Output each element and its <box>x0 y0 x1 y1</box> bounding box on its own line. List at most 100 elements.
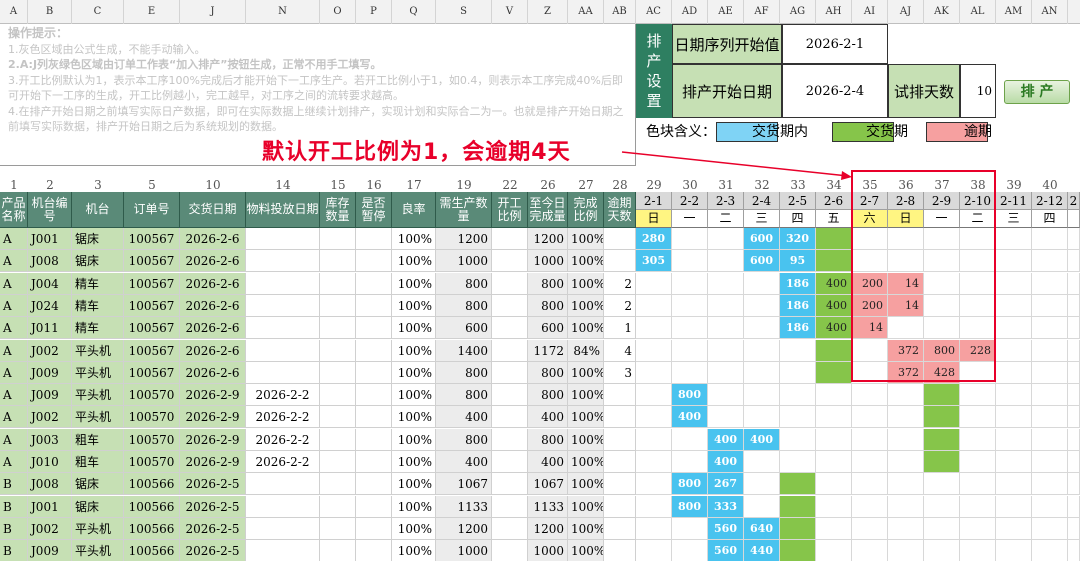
table-cell[interactable] <box>604 406 636 428</box>
gantt-cell[interactable] <box>1032 473 1068 495</box>
table-cell[interactable] <box>246 362 320 384</box>
table-cell[interactable] <box>246 250 320 272</box>
table-cell[interactable] <box>320 273 356 295</box>
gantt-cell[interactable] <box>780 406 816 428</box>
table-cell[interactable]: 2 <box>604 273 636 295</box>
table-cell[interactable] <box>492 429 528 451</box>
gantt-cell[interactable] <box>708 273 744 295</box>
table-cell[interactable]: 4 <box>604 340 636 362</box>
table-cell[interactable]: 2026-2-5 <box>180 496 246 518</box>
table-cell[interactable]: A <box>0 317 28 339</box>
table-cell[interactable]: J008 <box>28 250 72 272</box>
column-letter[interactable]: AJ <box>888 0 924 24</box>
gantt-cell[interactable] <box>672 451 708 473</box>
table-cell[interactable] <box>320 496 356 518</box>
gantt-block-in-period[interactable]: 95 <box>780 250 816 272</box>
table-cell[interactable] <box>246 518 320 540</box>
table-cell[interactable]: 2026-2-5 <box>180 473 246 495</box>
table-cell[interactable]: J002 <box>28 406 72 428</box>
table-cell[interactable]: 2026-2-9 <box>180 406 246 428</box>
table-cell[interactable] <box>320 317 356 339</box>
gantt-cell[interactable] <box>1068 451 1080 473</box>
gantt-block-in-period[interactable]: 800 <box>672 473 708 495</box>
table-cell[interactable] <box>604 429 636 451</box>
gantt-cell[interactable] <box>816 540 852 561</box>
table-cell[interactable]: 400 <box>436 451 492 473</box>
gantt-cell[interactable] <box>1032 384 1068 406</box>
gantt-cell[interactable] <box>636 406 672 428</box>
gantt-cell[interactable] <box>1068 406 1080 428</box>
gantt-cell[interactable] <box>708 295 744 317</box>
table-cell[interactable]: 1067 <box>528 473 568 495</box>
table-cell[interactable]: 100% <box>568 384 604 406</box>
table-cell[interactable]: J024 <box>28 295 72 317</box>
table-cell[interactable]: 100% <box>392 362 436 384</box>
gantt-block-in-period[interactable]: 400 <box>708 451 744 473</box>
table-cell[interactable]: 1200 <box>436 228 492 250</box>
gantt-block-due[interactable] <box>780 473 816 495</box>
table-cell[interactable] <box>492 317 528 339</box>
gantt-cell[interactable] <box>636 540 672 561</box>
gantt-cell[interactable] <box>636 384 672 406</box>
column-letter[interactable]: P <box>356 0 392 24</box>
run-schedule-button[interactable]: 排 产 <box>1004 80 1070 104</box>
table-cell[interactable]: 100567 <box>124 228 180 250</box>
gantt-cell[interactable] <box>996 317 1032 339</box>
gantt-cell[interactable] <box>1068 473 1080 495</box>
column-letter[interactable]: AK <box>924 0 960 24</box>
table-cell[interactable]: 锯床 <box>72 250 124 272</box>
gantt-cell[interactable] <box>672 518 708 540</box>
gantt-cell[interactable] <box>852 540 888 561</box>
gantt-cell[interactable] <box>996 496 1032 518</box>
gantt-block-in-period[interactable]: 333 <box>708 496 744 518</box>
gantt-cell[interactable] <box>1068 295 1080 317</box>
gantt-cell[interactable] <box>1068 384 1080 406</box>
gantt-cell[interactable] <box>888 540 924 561</box>
table-cell[interactable]: 1 <box>604 317 636 339</box>
gantt-block-in-period[interactable]: 186 <box>780 295 816 317</box>
table-cell[interactable]: 2026-2-6 <box>180 317 246 339</box>
gantt-cell[interactable] <box>960 384 996 406</box>
table-cell[interactable]: 2026-2-9 <box>180 384 246 406</box>
table-cell[interactable]: 100% <box>392 429 436 451</box>
table-cell[interactable]: B <box>0 473 28 495</box>
gantt-block-in-period[interactable]: 186 <box>780 317 816 339</box>
gantt-cell[interactable] <box>996 295 1032 317</box>
table-cell[interactable]: 1200 <box>436 518 492 540</box>
gantt-cell[interactable] <box>672 317 708 339</box>
gantt-block-in-period[interactable]: 280 <box>636 228 672 250</box>
table-cell[interactable]: J002 <box>28 340 72 362</box>
table-cell[interactable] <box>604 518 636 540</box>
column-letter[interactable]: S <box>436 0 492 24</box>
table-cell[interactable]: A <box>0 429 28 451</box>
table-cell[interactable]: 100566 <box>124 540 180 561</box>
table-cell[interactable]: 1000 <box>528 540 568 561</box>
table-cell[interactable]: 100% <box>568 473 604 495</box>
table-cell[interactable]: 100% <box>392 451 436 473</box>
table-cell[interactable]: B <box>0 540 28 561</box>
table-cell[interactable]: 100570 <box>124 429 180 451</box>
table-cell[interactable]: 精车 <box>72 295 124 317</box>
table-cell[interactable]: 84% <box>568 340 604 362</box>
gantt-cell[interactable] <box>672 228 708 250</box>
trial-days-value[interactable]: 10 <box>960 64 996 118</box>
table-cell[interactable] <box>492 406 528 428</box>
gantt-cell[interactable] <box>1032 250 1068 272</box>
gantt-cell[interactable] <box>960 473 996 495</box>
gantt-block-due[interactable] <box>780 540 816 561</box>
column-letter[interactable]: AN <box>1032 0 1068 24</box>
table-cell[interactable] <box>356 340 392 362</box>
table-cell[interactable]: A <box>0 451 28 473</box>
table-cell[interactable]: 2026-2-6 <box>180 362 246 384</box>
gantt-block-due[interactable]: 400 <box>816 317 852 339</box>
gantt-cell[interactable] <box>672 250 708 272</box>
column-letter[interactable]: B <box>28 0 72 24</box>
table-cell[interactable]: 1172 <box>528 340 568 362</box>
table-cell[interactable]: 2026-2-9 <box>180 429 246 451</box>
table-cell[interactable]: 100% <box>568 540 604 561</box>
table-cell[interactable] <box>356 250 392 272</box>
table-cell[interactable]: 100% <box>392 473 436 495</box>
table-cell[interactable] <box>320 451 356 473</box>
table-cell[interactable]: 100% <box>568 406 604 428</box>
table-cell[interactable]: 800 <box>436 273 492 295</box>
